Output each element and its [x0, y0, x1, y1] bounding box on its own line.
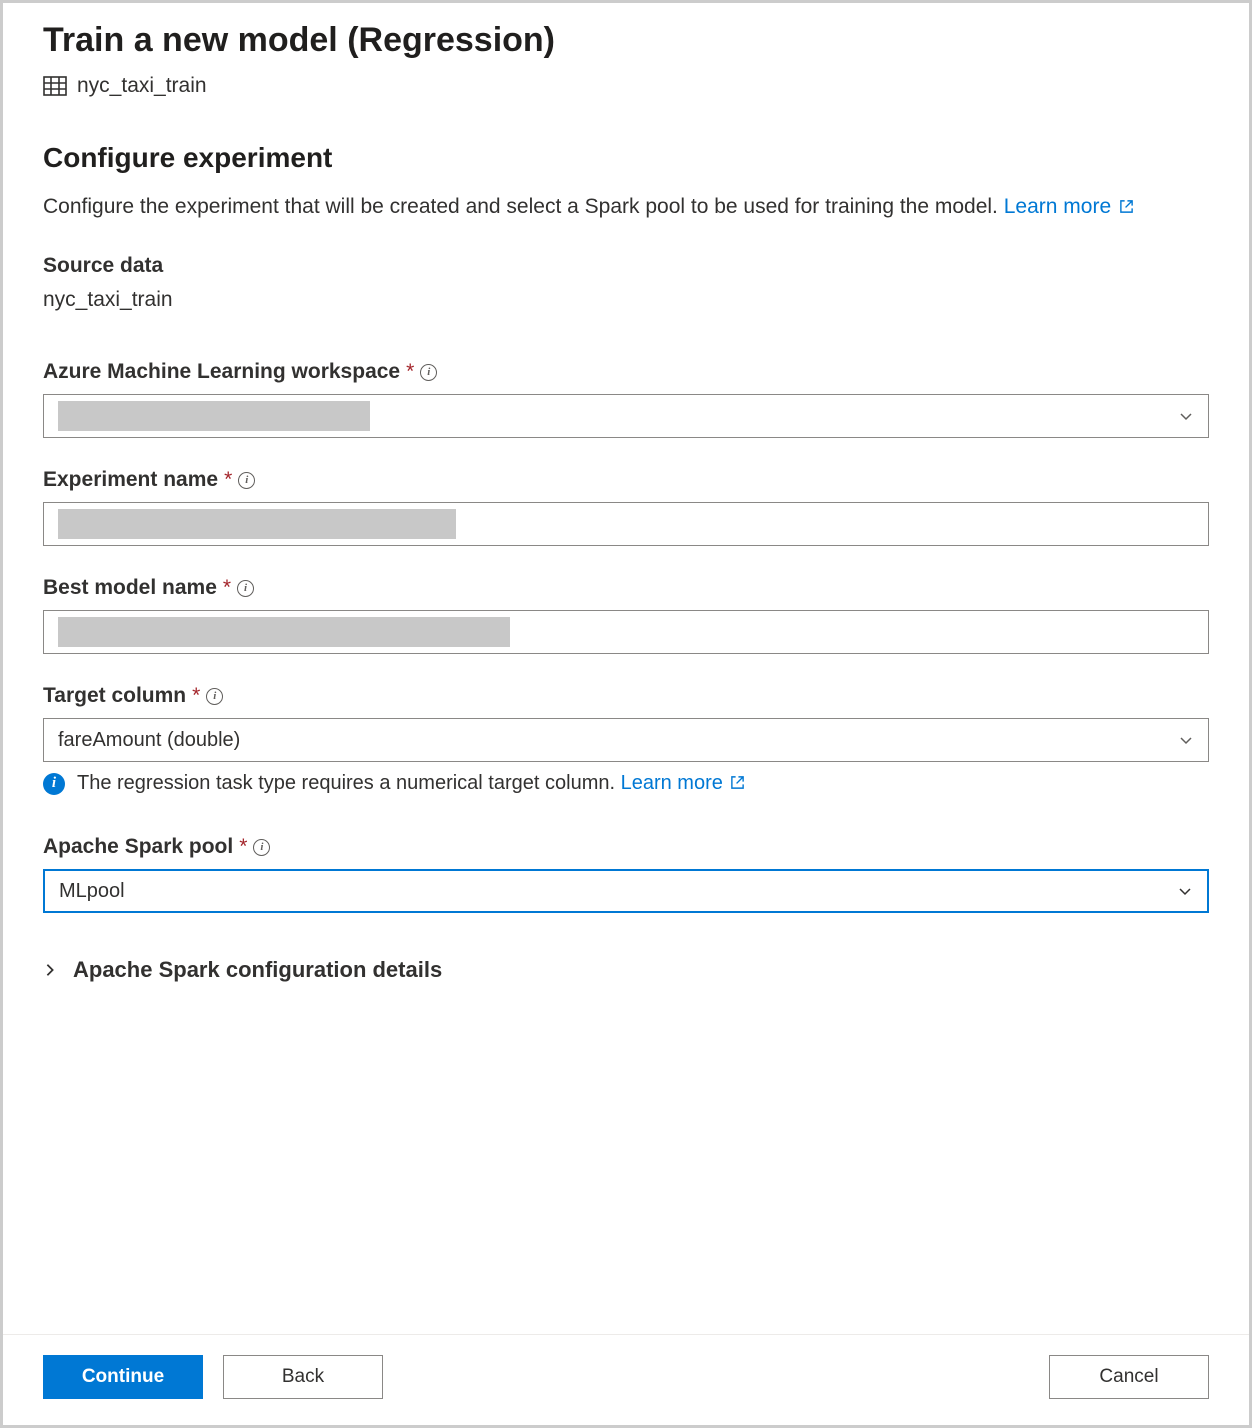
- chevron-down-icon: [1177, 883, 1193, 899]
- spark-pool-value: MLpool: [59, 880, 125, 903]
- info-icon[interactable]: i: [238, 472, 255, 489]
- experiment-name-field: Experiment name * i: [43, 468, 1209, 546]
- best-model-name-input[interactable]: [43, 610, 1209, 654]
- experiment-name-input[interactable]: [43, 502, 1209, 546]
- learn-more-link[interactable]: Learn more: [1004, 195, 1134, 218]
- cancel-button[interactable]: Cancel: [1049, 1355, 1209, 1399]
- info-icon[interactable]: i: [206, 688, 223, 705]
- source-data-group: Source data nyc_taxi_train: [43, 254, 1209, 312]
- chevron-down-icon: [1178, 732, 1194, 748]
- spark-pool-dropdown[interactable]: MLpool: [43, 869, 1209, 913]
- external-link-icon: [730, 775, 745, 790]
- required-marker: *: [192, 684, 200, 708]
- page-title: Train a new model (Regression): [43, 21, 1209, 60]
- source-data-value: nyc_taxi_train: [43, 288, 1209, 312]
- info-icon[interactable]: i: [237, 580, 254, 597]
- best-model-name-label: Best model name: [43, 576, 217, 600]
- experiment-name-label: Experiment name: [43, 468, 218, 492]
- continue-button[interactable]: Continue: [43, 1355, 203, 1399]
- required-marker: *: [406, 360, 414, 384]
- info-icon[interactable]: i: [420, 364, 437, 381]
- external-link-icon: [1119, 199, 1134, 214]
- chevron-right-icon: [43, 963, 57, 977]
- experiment-name-value-redacted: [58, 509, 456, 539]
- section-description: Configure the experiment that will be cr…: [43, 192, 1209, 222]
- required-marker: *: [224, 468, 232, 492]
- spark-pool-field: Apache Spark pool * i MLpool: [43, 835, 1209, 913]
- target-column-value: fareAmount (double): [58, 729, 240, 752]
- back-button[interactable]: Back: [223, 1355, 383, 1399]
- source-table-indicator: nyc_taxi_train: [43, 74, 1209, 98]
- target-column-field: Target column * i fareAmount (double) i …: [43, 684, 1209, 795]
- spark-config-expander-label: Apache Spark configuration details: [73, 957, 442, 983]
- required-marker: *: [223, 576, 231, 600]
- best-model-name-field: Best model name * i: [43, 576, 1209, 654]
- target-learn-more-link[interactable]: Learn more: [621, 772, 746, 794]
- footer: Continue Back Cancel: [3, 1334, 1249, 1425]
- source-table-name: nyc_taxi_train: [77, 74, 207, 98]
- best-model-name-value-redacted: [58, 617, 510, 647]
- chevron-down-icon: [1178, 408, 1194, 424]
- target-column-dropdown[interactable]: fareAmount (double): [43, 718, 1209, 762]
- info-icon[interactable]: i: [253, 839, 270, 856]
- spark-config-expander[interactable]: Apache Spark configuration details: [43, 957, 1209, 983]
- workspace-label: Azure Machine Learning workspace: [43, 360, 400, 384]
- workspace-dropdown[interactable]: [43, 394, 1209, 438]
- required-marker: *: [239, 835, 247, 859]
- spark-pool-label: Apache Spark pool: [43, 835, 233, 859]
- section-title: Configure experiment: [43, 142, 1209, 174]
- table-icon: [43, 76, 67, 96]
- info-badge-icon: i: [43, 773, 65, 795]
- workspace-field: Azure Machine Learning workspace * i: [43, 360, 1209, 438]
- source-data-label: Source data: [43, 254, 1209, 278]
- workspace-value-redacted: [58, 401, 370, 431]
- target-column-label: Target column: [43, 684, 186, 708]
- target-column-info: i The regression task type requires a nu…: [43, 772, 1209, 795]
